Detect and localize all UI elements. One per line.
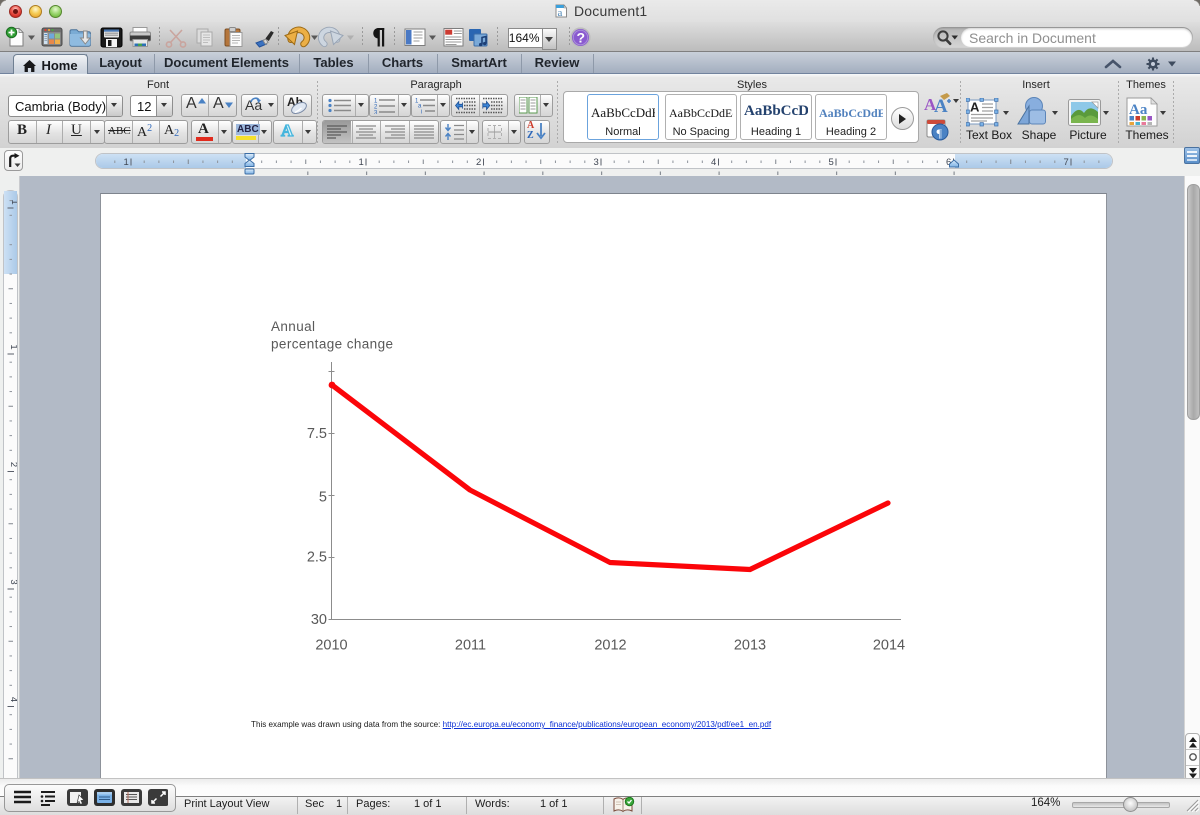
svg-text:A: A <box>934 96 948 116</box>
svg-text:i: i <box>421 110 422 115</box>
svg-text:a: a <box>558 7 563 18</box>
svg-text:2012: 2012 <box>594 638 626 654</box>
svg-text:4: 4 <box>711 157 716 168</box>
svg-text:7: 7 <box>1064 157 1069 168</box>
svg-text:1: 1 <box>359 157 364 168</box>
svg-text:Annual: Annual <box>271 319 315 334</box>
svg-text:3: 3 <box>594 157 599 168</box>
svg-text:Aa: Aa <box>1129 102 1148 118</box>
svg-text:¶: ¶ <box>937 126 943 140</box>
svg-text:3: 3 <box>374 111 378 115</box>
svg-text:5: 5 <box>829 157 834 168</box>
svg-text:2.5: 2.5 <box>307 550 327 566</box>
svg-text:?: ? <box>577 30 586 46</box>
svg-text:2: 2 <box>476 157 481 168</box>
svg-text:2010: 2010 <box>315 638 347 654</box>
svg-text:1: 1 <box>124 157 129 168</box>
svg-text:2011: 2011 <box>455 638 486 654</box>
svg-text:30: 30 <box>311 612 327 628</box>
svg-text:7.5: 7.5 <box>307 426 327 442</box>
svg-text:percentage change: percentage change <box>271 337 393 352</box>
svg-text:A: A <box>970 100 980 115</box>
svg-text:2013: 2013 <box>734 638 766 654</box>
svg-text:5: 5 <box>319 490 327 506</box>
svg-text:2014: 2014 <box>873 638 905 654</box>
